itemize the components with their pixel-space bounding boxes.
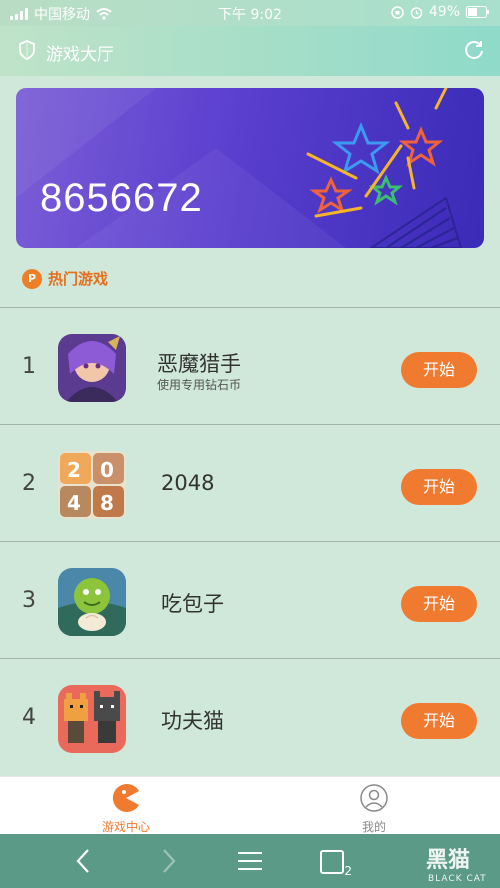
- start-button[interactable]: 开始: [401, 352, 477, 388]
- game-rank: 3: [22, 588, 36, 613]
- start-button[interactable]: 开始: [401, 703, 477, 739]
- game-list: 1 恶魔猎手 使用专用钻石币 开始 2 2 0 4 8 2048 开始 3 吃包…: [0, 307, 500, 776]
- score-banner: 8656672: [16, 88, 484, 248]
- shield-icon: [19, 40, 35, 60]
- back-icon[interactable]: [72, 846, 96, 876]
- svg-text:0: 0: [100, 458, 114, 482]
- game-row[interactable]: 4 功夫猫 开始: [0, 659, 500, 776]
- start-button[interactable]: 开始: [401, 586, 477, 622]
- battery-icon: [466, 6, 489, 18]
- tab-label: 游戏中心: [101, 820, 150, 834]
- tab-game-center[interactable]: 游戏中心: [76, 783, 176, 835]
- game-rank: 1: [22, 354, 36, 379]
- alarm-icon: [410, 6, 423, 19]
- app-header: 游戏大厅: [0, 26, 500, 76]
- tab-label: 我的: [361, 820, 386, 834]
- hot-games-label: 热门游戏: [48, 270, 109, 288]
- game-2048-icon[interactable]: 2 0 4 8: [58, 451, 126, 519]
- game-row[interactable]: 2 2 0 4 8 2048 开始: [0, 425, 500, 542]
- game-subtitle: 使用专用钻石币: [157, 378, 242, 392]
- forward-icon[interactable]: [156, 846, 180, 876]
- demon-hunter-icon[interactable]: [58, 334, 126, 402]
- page-title: 游戏大厅: [46, 45, 114, 65]
- eat-buns-icon[interactable]: [58, 568, 126, 636]
- orientation-lock-icon: [391, 5, 404, 19]
- refresh-icon[interactable]: [462, 38, 486, 62]
- tabs-icon[interactable]: 2: [320, 850, 352, 878]
- status-bar: 中国移动 下午 9:02 49%: [0, 0, 500, 26]
- pacman-icon: [112, 784, 139, 812]
- user-icon: [360, 784, 388, 812]
- game-name: 吃包子: [161, 592, 224, 616]
- tab-count: 2: [344, 864, 352, 878]
- black-cat-watermark: 黑猫 BLACK CAT: [426, 848, 487, 884]
- game-row[interactable]: 3 吃包子 开始: [0, 542, 500, 659]
- svg-text:2: 2: [67, 458, 81, 482]
- banner-decoration: [16, 88, 463, 248]
- battery-percent: 49%: [428, 4, 460, 20]
- score-value: 8656672: [40, 176, 203, 220]
- game-name: 2048: [161, 471, 215, 495]
- start-button[interactable]: 开始: [401, 469, 477, 505]
- tab-mine[interactable]: 我的: [324, 783, 424, 835]
- menu-icon[interactable]: [236, 846, 264, 876]
- star-icon: [331, 122, 391, 175]
- hot-badge-icon: P: [22, 268, 42, 289]
- star-icon: [309, 176, 353, 214]
- game-name: 功夫猫: [161, 709, 224, 733]
- game-name: 恶魔猎手: [157, 352, 241, 376]
- svg-text:8: 8: [100, 491, 114, 515]
- game-rank: 4: [22, 705, 36, 730]
- browser-nav-bar: 2 黑猫 BLACK CAT: [0, 834, 500, 888]
- svg-text:4: 4: [67, 491, 81, 515]
- bottom-tab-bar: 游戏中心 我的: [0, 776, 500, 835]
- game-row[interactable]: 1 恶魔猎手 使用专用钻石币 开始: [0, 307, 500, 425]
- kungfu-cat-icon[interactable]: [58, 685, 126, 753]
- game-rank: 2: [22, 471, 36, 496]
- hot-games-header: P 热门游戏: [22, 268, 108, 289]
